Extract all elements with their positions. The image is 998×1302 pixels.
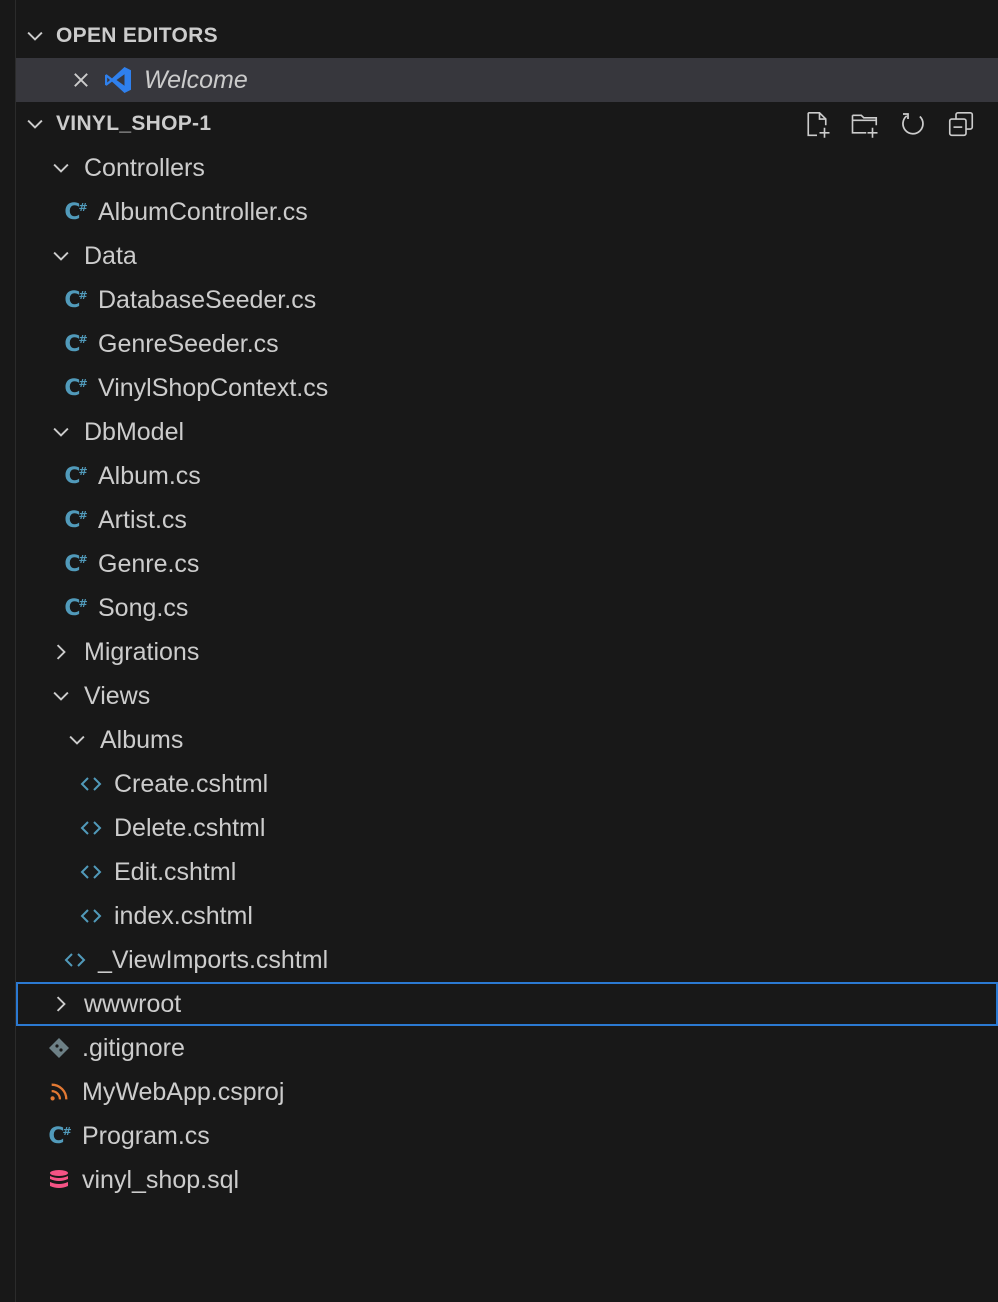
file-label: DatabaseSeeder.cs	[98, 285, 317, 314]
folder-label: Data	[84, 241, 137, 270]
file-program-cs[interactable]: C# Program.cs	[16, 1114, 998, 1158]
folder-label: Migrations	[84, 637, 200, 666]
folder-label: Views	[84, 681, 151, 710]
file-label: Artist.cs	[98, 505, 187, 534]
close-icon[interactable]	[68, 67, 94, 93]
folder-views[interactable]: Views	[16, 674, 998, 718]
html-file-icon	[78, 815, 104, 841]
file-edit-cshtml[interactable]: Edit.cshtml	[16, 850, 998, 894]
activity-bar-edge	[0, 0, 16, 1302]
file-label: AlbumController.cs	[98, 197, 308, 226]
file-label: VinylShopContext.cs	[98, 373, 329, 402]
file-label: GenreSeeder.cs	[98, 329, 279, 358]
file-label: MyWebApp.csproj	[82, 1077, 285, 1106]
file-label: _ViewImports.cshtml	[98, 945, 329, 974]
chevron-down-icon	[50, 157, 72, 179]
new-file-button[interactable]	[802, 109, 832, 139]
file-vinylshopcontext-cs[interactable]: C# VinylShopContext.cs	[16, 366, 998, 410]
html-file-icon	[78, 859, 104, 885]
folder-controllers[interactable]: Controllers	[16, 146, 998, 190]
chevron-down-icon	[50, 685, 72, 707]
folder-label: Albums	[100, 725, 184, 754]
open-editor-item-welcome[interactable]: Welcome	[16, 58, 998, 102]
file-label: Delete.cshtml	[114, 813, 266, 842]
file-vinyl-shop-sql[interactable]: vinyl_shop.sql	[16, 1158, 998, 1202]
file-label: .gitignore	[82, 1033, 185, 1062]
file-label: index.cshtml	[114, 901, 253, 930]
workspace-header[interactable]: VINYL_SHOP-1	[16, 102, 998, 146]
file-label: Create.cshtml	[114, 769, 269, 798]
folder-wwwroot[interactable]: wwwroot	[16, 982, 998, 1026]
folder-label: Controllers	[84, 153, 205, 182]
csharp-file-icon: C#	[64, 287, 87, 313]
csharp-file-icon: C#	[64, 375, 87, 401]
refresh-button[interactable]	[898, 109, 928, 139]
csharp-file-icon: C#	[64, 463, 87, 489]
folder-dbmodel[interactable]: DbModel	[16, 410, 998, 454]
file-delete-cshtml[interactable]: Delete.cshtml	[16, 806, 998, 850]
csharp-file-icon: C#	[64, 551, 87, 577]
csharp-file-icon: C#	[64, 595, 87, 621]
chevron-down-icon	[24, 25, 46, 47]
explorer-panel: OPEN EDITORS Welcome VINYL_SHOP-1 Contro…	[16, 14, 998, 1202]
new-file-icon	[807, 111, 830, 138]
file-index-cshtml[interactable]: index.cshtml	[16, 894, 998, 938]
file-genreseeder-cs[interactable]: C# GenreSeeder.cs	[16, 322, 998, 366]
csharp-file-icon: C#	[64, 507, 87, 533]
open-editor-label: Welcome	[144, 65, 248, 94]
file-artist-cs[interactable]: C# Artist.cs	[16, 498, 998, 542]
new-folder-button[interactable]	[850, 109, 880, 139]
file-label: Album.cs	[98, 461, 201, 490]
file-mywebapp-csproj[interactable]: MyWebApp.csproj	[16, 1070, 998, 1114]
file-tree: Controllers C# AlbumController.cs Data C# Dat…	[16, 146, 998, 1202]
git-file-icon	[46, 1035, 72, 1061]
open-editors-header[interactable]: OPEN EDITORS	[16, 14, 998, 58]
file-create-cshtml[interactable]: Create.cshtml	[16, 762, 998, 806]
folder-albums[interactable]: Albums	[16, 718, 998, 762]
file-label: Genre.cs	[98, 549, 200, 578]
collapse-all-icon	[948, 111, 974, 137]
csharp-file-icon: C#	[64, 331, 87, 357]
vscode-logo-icon	[102, 64, 134, 96]
file-label: Program.cs	[82, 1121, 210, 1150]
file-label: Song.cs	[98, 593, 189, 622]
csharp-file-icon: C#	[64, 199, 87, 225]
new-folder-icon	[851, 114, 878, 138]
file-databaseseeder-cs[interactable]: C# DatabaseSeeder.cs	[16, 278, 998, 322]
chevron-down-icon	[50, 245, 72, 267]
chevron-down-icon	[50, 421, 72, 443]
folder-label: wwwroot	[84, 989, 182, 1018]
chevron-right-icon	[50, 993, 72, 1015]
chevron-down-icon	[24, 113, 46, 135]
file-label: Edit.cshtml	[114, 857, 237, 886]
file-song-cs[interactable]: C# Song.cs	[16, 586, 998, 630]
html-file-icon	[78, 903, 104, 929]
collapse-all-button[interactable]	[946, 109, 976, 139]
html-file-icon	[62, 947, 88, 973]
file-viewimports-cshtml[interactable]: _ViewImports.cshtml	[16, 938, 998, 982]
chevron-right-icon	[50, 641, 72, 663]
file-label: vinyl_shop.sql	[82, 1165, 240, 1194]
file-genre-cs[interactable]: C# Genre.cs	[16, 542, 998, 586]
html-file-icon	[78, 771, 104, 797]
open-editors-title: OPEN EDITORS	[56, 24, 218, 47]
refresh-icon	[902, 113, 924, 135]
explorer-actions	[802, 102, 976, 146]
folder-data[interactable]: Data	[16, 234, 998, 278]
csharp-file-icon: C#	[48, 1123, 71, 1149]
folder-migrations[interactable]: Migrations	[16, 630, 998, 674]
workspace-title: VINYL_SHOP-1	[56, 112, 212, 135]
folder-label: DbModel	[84, 417, 185, 446]
database-file-icon	[46, 1167, 72, 1193]
file-gitignore[interactable]: .gitignore	[16, 1026, 998, 1070]
file-album-cs[interactable]: C# Album.cs	[16, 454, 998, 498]
file-albumcontroller-cs[interactable]: C# AlbumController.cs	[16, 190, 998, 234]
chevron-down-icon	[66, 729, 88, 751]
rss-file-icon	[46, 1079, 72, 1105]
